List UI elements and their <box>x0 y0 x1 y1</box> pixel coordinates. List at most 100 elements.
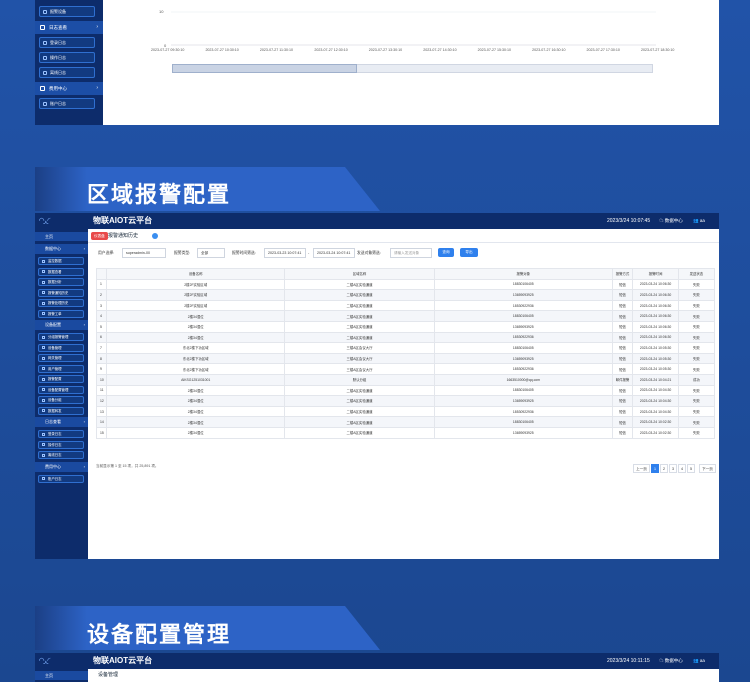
column-header[interactable]: 区域名称 <box>284 268 435 280</box>
table-row[interactable]: 15 2楼34湿位 二楼A区实验通道 13659093925 短信 2023-03-24 … <box>95 426 716 439</box>
zoom-slider-handle[interactable] <box>172 64 357 73</box>
sidebar-group-header[interactable]: 费用中心 › <box>35 461 88 472</box>
export-button[interactable]: 导出 <box>460 248 478 257</box>
username: aa <box>699 218 705 223</box>
page-button[interactable]: 3 <box>669 464 677 473</box>
table-cell: 2023-03-24 10:05:30 <box>632 342 679 354</box>
sidebar-item[interactable]: 设备配置管理 <box>38 385 84 394</box>
tab-alarm-history[interactable]: 报警通知历史 <box>108 230 138 242</box>
next-page-button[interactable]: 下一页 <box>699 464 716 473</box>
sidebar-item[interactable]: 数据转发 <box>38 406 84 415</box>
type-filter-label: 报警类型: <box>174 251 191 255</box>
table-row[interactable]: 9 东北2楼下功区域 三楼A区会议大厅 18530922936 短信 2023-03-24… <box>95 363 716 375</box>
table-row[interactable]: 12 2楼34湿位 二楼A区实验通道 13659093925 短信 2023-03-24 … <box>95 395 716 407</box>
sidebar-item[interactable]: 登录日志 <box>39 37 95 48</box>
sidebar-item[interactable]: 账户日志 <box>38 474 84 483</box>
table-row[interactable]: 8 东北2楼下功区域 三楼A区会议大厅 13659093925 短信 2023-03-24… <box>95 352 716 365</box>
sidebar-item[interactable]: 设备管理 <box>38 343 84 352</box>
tab-close-icon[interactable] <box>152 233 158 239</box>
user-menu[interactable]: 👥 aa <box>693 213 705 229</box>
sidebar-item[interactable]: 报警通知历史 <box>38 288 84 297</box>
dashboard-tag[interactable]: 仪表盘 <box>91 232 108 240</box>
table-row[interactable]: 7 东北2楼下功区域 三楼A区会议大厅 18830106405 短信 2023-03-24… <box>95 342 716 354</box>
column-header[interactable] <box>95 268 108 280</box>
table-row[interactable]: 2 2楼2F实验区域 二楼A区实验通道 13659093925 短信 2023-03-24… <box>95 289 716 301</box>
column-header[interactable]: 报警方式 <box>611 268 634 280</box>
sidebar-item-label: 报警工单 <box>48 311 62 316</box>
query-button[interactable]: 查询 <box>438 248 454 257</box>
table-cell: 2023-03-24 10:06:30 <box>632 310 679 322</box>
page-button[interactable]: 5 <box>687 464 695 473</box>
user-menu[interactable]: 👥 aa <box>693 653 705 669</box>
table-cell: 失败 <box>677 320 716 333</box>
table-cell: 2楼2F实验区域 <box>106 289 286 301</box>
sidebar-item[interactable]: 报警设备 <box>39 6 95 17</box>
sidebar-item[interactable]: 报警处理历史 <box>38 299 84 307</box>
sidebar-group-header[interactable]: 数据中心 › <box>35 244 88 254</box>
receiver-input[interactable]: 请输入发送对象 <box>390 248 432 258</box>
current-datetime: 2023/3/24 10:11:15 <box>607 658 650 664</box>
table-row[interactable]: 5 2楼34湿位 二楼A区实验通道 13659093925 短信 2023-03-24 1… <box>95 320 716 333</box>
sidebar-item[interactable]: 设备分组 <box>38 396 84 404</box>
data-center-button[interactable]: ☁ 数据中心 <box>659 213 683 229</box>
item-icon <box>43 41 47 45</box>
sidebar-item[interactable]: 操作日志 <box>39 52 95 63</box>
data-center-button[interactable]: ☁ 数据中心 <box>659 653 683 669</box>
page-button[interactable]: 2 <box>660 464 668 473</box>
main-content: 仪表盘 报警通知历史 用户选择: superadmin-00 报警类型: 全部 … <box>88 229 719 559</box>
table-cell: 2楼2F实验区域 <box>106 299 286 312</box>
start-time-input[interactable]: 2023-03-23 10:07:41 <box>264 248 306 258</box>
table-cell: 2楼34湿位 <box>106 310 286 322</box>
sidebar-item[interactable]: 报警配置 <box>38 375 84 383</box>
user-select[interactable]: superadmin-00 <box>122 248 166 258</box>
column-header[interactable]: 报警时间 <box>632 268 679 280</box>
table-row[interactable]: 3 2楼2F实验区域 二楼A区实验通道 18530922936 短信 2023-03-24… <box>95 299 716 312</box>
item-icon <box>42 398 45 402</box>
column-header[interactable]: 报警对象 <box>433 268 613 280</box>
table-row[interactable]: 4 2楼34湿位 二楼A区实验通道 18830106405 短信 2023-03-24 1… <box>95 310 716 322</box>
data-center-label: 数据中心 <box>664 658 683 663</box>
table-cell: 18830106405 <box>433 342 613 354</box>
sidebar-item[interactable]: 数据查看 <box>38 267 84 276</box>
table-row[interactable]: 13 2楼34湿位 二楼A区实验通道 18530922936 短信 2023-03-24 … <box>95 405 716 418</box>
column-header[interactable]: 设备名称 <box>106 268 286 280</box>
section-title: 区域报警配置 <box>87 182 232 207</box>
end-time-input[interactable]: 2023-03-24 10:07:41 <box>313 248 355 258</box>
sidebar-item[interactable]: 账户日志 <box>39 98 95 109</box>
sidebar-item[interactable]: 登录日志 <box>38 430 84 438</box>
sidebar-group-header[interactable]: 日志查看 › <box>35 21 103 34</box>
sidebar-item[interactable]: 离线日志 <box>38 451 84 459</box>
x-tick-label: 2023-07-27 18:30:10 <box>641 48 675 52</box>
table-row[interactable]: 10 AIKSG1251031001 默认分组 1663510000@qq.com 邮件… <box>95 373 716 386</box>
page-button[interactable]: 4 <box>678 464 686 473</box>
type-select[interactable]: 全部 <box>197 248 225 258</box>
sidebar-item[interactable]: 操作日志 <box>38 440 84 449</box>
sidebar-item[interactable]: 网关管理 <box>38 354 84 362</box>
column-header[interactable]: 发送状态 <box>677 268 716 280</box>
sidebar-group-header[interactable]: 设备配置 › <box>35 320 88 330</box>
sidebar-item[interactable]: 数据分析 <box>38 278 84 286</box>
trend-chart-panel: 报警设备 日志查看 › 登录日志 操作日志 离线日志 费用中心 › 账户日志 10 0 2023… <box>35 0 719 125</box>
sidebar-item[interactable]: 报警工单 <box>38 309 84 318</box>
tab-device-management[interactable]: 设备管理 <box>98 670 118 680</box>
prev-page-button[interactable]: 上一页 <box>633 464 650 473</box>
sidebar-item[interactable]: 监控数据 <box>38 257 84 265</box>
sidebar-item[interactable]: 用户管理 <box>38 364 84 373</box>
item-icon <box>42 280 45 284</box>
sidebar-item[interactable]: 离线日志 <box>39 67 95 78</box>
table-row[interactable]: 1 2楼2F实验区域 二楼A区实验通道 18830106405 短信 2023-03-24… <box>95 278 716 291</box>
sidebar-home[interactable]: 主页 <box>35 232 88 241</box>
table-cell: 18830106405 <box>433 416 613 428</box>
table-row[interactable]: 11 2楼34湿位 二楼A区实验通道 18830106405 短信 2023-03-24 … <box>95 384 716 397</box>
table-cell: 11 <box>95 384 108 397</box>
sidebar-home[interactable]: 主页 <box>35 671 88 680</box>
table-cell: 18530922936 <box>433 405 613 418</box>
page-button[interactable]: 1 <box>651 464 659 473</box>
sidebar-group-header[interactable]: 日志查看 › <box>35 417 88 427</box>
section-title: 设备配置管理 <box>87 622 232 647</box>
table-row[interactable]: 6 2楼34湿位 二楼A区实验通道 18530922936 短信 2023-03-24 1… <box>95 331 716 344</box>
sidebar-item[interactable]: 分组报警管理 <box>38 333 84 341</box>
sidebar-group-header[interactable]: 费用中心 › <box>35 82 103 95</box>
table-row[interactable]: 14 2楼34湿位 二楼A区实验通道 18830106405 短信 2023-03-24 … <box>95 416 716 428</box>
table-cell: 短信 <box>611 352 634 365</box>
